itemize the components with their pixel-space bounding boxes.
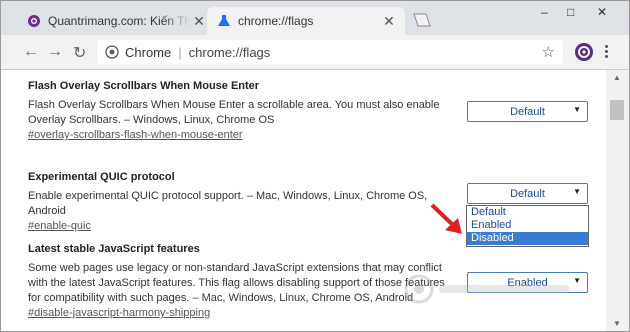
flag-description: Flash Overlay Scrollbars When Mouse Ente…	[28, 99, 440, 126]
flag-item: Experimental QUIC protocol Enable experi…	[28, 171, 458, 234]
extension-icon[interactable]	[575, 43, 593, 61]
bookmark-star-icon[interactable]: ☆	[542, 43, 555, 61]
tab-flags[interactable]: chrome://flags ✕	[207, 7, 405, 35]
dropdown-option-enabled[interactable]: Enabled	[467, 219, 588, 232]
flag-link[interactable]: #disable-javascript-harmony-shipping	[28, 306, 458, 321]
flag-link[interactable]: #overlay-scrollbars-flash-when-mouse-ent…	[28, 128, 458, 143]
url-separator: |	[178, 44, 182, 60]
browser-window: Quantrimang.com: Kiến Thức Cô ✕ chrome:/…	[0, 0, 630, 332]
flag-item: Flash Overlay Scrollbars When Mouse Ente…	[28, 80, 458, 143]
tab-strip: Quantrimang.com: Kiến Thức Cô ✕ chrome:/…	[1, 1, 629, 35]
maximize-button[interactable]: □	[567, 5, 574, 19]
watermark-logo	[401, 271, 581, 307]
tab-title: chrome://flags	[238, 14, 314, 28]
flask-icon	[217, 14, 231, 28]
scroll-down-icon[interactable]: ▼	[613, 319, 621, 328]
select-value: Default	[510, 105, 545, 118]
flag-name: Flash Overlay Scrollbars When Mouse Ente…	[28, 80, 260, 92]
flag-select-open[interactable]: Default ▼	[467, 183, 588, 204]
dropdown-caret-icon: ▼	[573, 187, 581, 196]
toolbar: ← → ↻ Chrome | chrome://flags ☆	[1, 35, 629, 70]
flag-description: Some web pages use legacy or non-standar…	[28, 262, 445, 304]
url-text[interactable]: chrome://flags	[189, 45, 271, 60]
tab-quantrimang[interactable]: Quantrimang.com: Kiến Thức Cô ✕	[17, 7, 215, 35]
select-value: Default	[510, 187, 545, 200]
flag-link[interactable]: #enable-quic	[28, 219, 458, 234]
back-button[interactable]: ←	[23, 43, 39, 61]
scroll-up-icon[interactable]: ▲	[613, 73, 621, 82]
site-label: Chrome	[125, 44, 172, 60]
scrollbar-thumb[interactable]	[610, 100, 624, 120]
menu-icon[interactable]	[605, 45, 609, 60]
dropdown-option-default[interactable]: Default	[467, 206, 588, 219]
chrome-info-icon[interactable]	[105, 45, 119, 59]
quantrimang-favicon	[27, 14, 41, 28]
tab-title: Quantrimang.com: Kiến Thức Cô	[48, 14, 191, 28]
reload-button[interactable]: ↻	[73, 43, 86, 63]
window-close-button[interactable]: ✕	[597, 5, 607, 19]
dropdown-option-disabled[interactable]: Disabled	[467, 232, 588, 245]
flag-item: Latest stable JavaScript features Some w…	[28, 243, 458, 321]
tab-close-icon[interactable]: ✕	[381, 13, 397, 30]
address-bar[interactable]: Chrome | chrome://flags ☆	[97, 40, 563, 64]
forward-button[interactable]: →	[47, 43, 63, 61]
tab-close-icon[interactable]: ✕	[191, 13, 207, 30]
flag-select[interactable]: Default ▼	[467, 101, 588, 122]
minimize-button[interactable]: –	[541, 5, 548, 19]
flag-name: Latest stable JavaScript features	[28, 243, 200, 255]
scrollbar[interactable]: ▲ ▼	[606, 70, 629, 331]
dropdown-caret-icon: ▼	[573, 105, 581, 114]
new-tab-button[interactable]	[413, 13, 431, 27]
flag-description: Enable experimental QUIC protocol suppor…	[28, 190, 428, 217]
dropdown-options: Default Enabled Disabled	[466, 205, 589, 247]
flag-name: Experimental QUIC protocol	[28, 171, 175, 183]
red-arrow-annotation	[429, 202, 465, 236]
